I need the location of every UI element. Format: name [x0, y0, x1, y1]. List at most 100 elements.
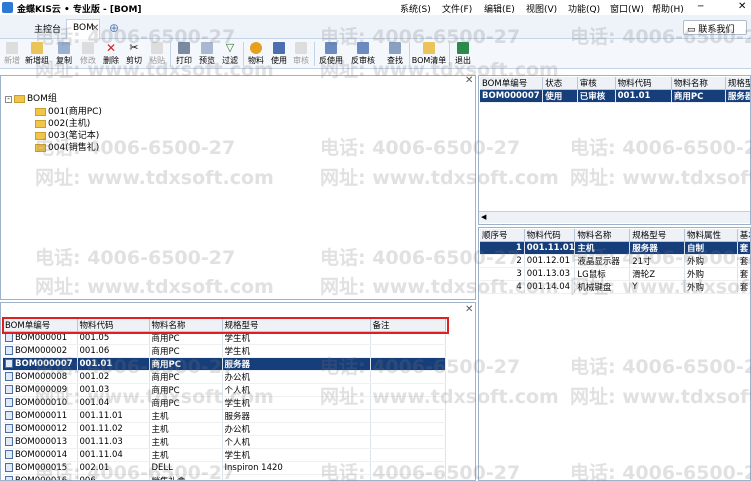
column-header[interactable]: 状态 [542, 77, 578, 90]
use-icon [273, 42, 285, 54]
toolbar-paste-button[interactable]: 粘贴 [146, 40, 168, 68]
tree-pane-close-icon[interactable]: ✕ [465, 75, 473, 86]
table-row[interactable]: BOM000007 001.01 商用PC 服务器 [3, 357, 446, 371]
table-row[interactable]: BOM000009 001.03 商用PC 个人机 [3, 383, 446, 397]
toolbar-unapprove-button[interactable]: 反审核 [348, 40, 378, 68]
table-cell: BOM000007 [480, 89, 544, 103]
toolbar-new-label: 新增 [4, 56, 20, 65]
bom-header-pane: BOM单编号状态审核物料代码物料名称规格型号 BOM000007使用已审核001… [478, 75, 751, 225]
tab-close-icon[interactable]: ✕ [91, 23, 99, 34]
cell-text: 学生机 [224, 347, 251, 357]
menu-function[interactable]: 功能(Q) [568, 2, 600, 15]
cell-text: 商用PC [151, 334, 180, 344]
table-row[interactable]: BOM000008 001.02 商用PC 办公机 [3, 370, 446, 384]
tree-node-004[interactable]: 004(销售礼) [35, 140, 99, 153]
table-cell: 001.11.03 [77, 435, 150, 449]
table-row[interactable]: BOM000015 002.01 DELL Inspiron 1420 [3, 461, 446, 475]
table-cell [370, 344, 446, 358]
list-pane-close-icon[interactable]: ✕ [465, 304, 473, 315]
contact-us-button[interactable]: ▭ 联系我们 [683, 20, 747, 35]
table-cell: 001.04 [77, 396, 150, 410]
toolbar-new-button[interactable]: 新增 [1, 40, 23, 68]
toolbar-unapprove-label: 反审核 [351, 56, 375, 65]
table-row[interactable]: 3 001.13.03 LG鼠标 滑轮Z 外购套 [480, 267, 750, 281]
column-header[interactable]: 物料属性 [684, 229, 738, 242]
menu-system[interactable]: 系统(S) [400, 2, 431, 15]
table-row[interactable]: BOM000011 001.11.01 主机 服务器 [3, 409, 446, 423]
menu-window[interactable]: 窗口(W) [610, 2, 644, 15]
scroll-left-icon[interactable]: ◀ [481, 213, 486, 221]
menu-view[interactable]: 视图(V) [526, 2, 557, 15]
table-row[interactable]: BOM000012 001.11.02 主机 办公机 [3, 422, 446, 436]
table-cell: 001.13.03 [524, 267, 576, 281]
column-header[interactable]: 物料名称 [574, 229, 631, 242]
column-header[interactable]: 物料代码 [615, 77, 672, 90]
table-cell: BOM000002 [3, 344, 78, 358]
table-row[interactable]: BOM000016 006 销售礼盒 [3, 474, 446, 481]
column-header[interactable]: BOM单编号 [480, 77, 544, 90]
table-row[interactable]: BOM000013 001.11.03 主机 个人机 [3, 435, 446, 449]
cell-text: 商用PC [151, 360, 181, 370]
bom-list-icon [423, 42, 435, 54]
table-cell: 使用 [542, 89, 578, 103]
table-cell: BOM000012 [3, 422, 78, 436]
preview-icon [201, 42, 213, 54]
cell-text: BOM000012 [15, 424, 68, 434]
menu-file[interactable]: 文件(F) [442, 2, 472, 15]
tree-root[interactable]: - BOM组 [5, 91, 57, 104]
column-header[interactable]: 物料名称 [671, 77, 726, 90]
menu-edit[interactable]: 编辑(E) [484, 2, 515, 15]
table-cell: 3 [480, 267, 525, 281]
column-header[interactable]: 顺序号 [480, 229, 525, 242]
table-cell [370, 383, 446, 397]
toolbar-print-button[interactable]: 打印 [173, 40, 195, 68]
add-tab-icon[interactable]: ⊕ [109, 21, 119, 35]
minimize-icon[interactable]: ─ [698, 2, 703, 12]
table-cell: 006 [77, 474, 150, 480]
column-header[interactable]: 规格型号 [725, 77, 750, 90]
close-window-icon[interactable]: ✕ [738, 1, 746, 12]
exit-icon [457, 42, 469, 54]
toolbar-new-group-button[interactable]: 新增组 [24, 40, 50, 68]
table-row[interactable]: BOM000007 使用 已审核 001.01 商用PC 服务器 [480, 89, 750, 103]
toolbar-delete-button[interactable]: ✕ 删除 [100, 40, 122, 68]
table-cell: 商用PC [671, 89, 726, 103]
folder-icon [35, 119, 46, 128]
table-row[interactable]: 4 001.14.04 机械键盘 Y 外购套 [480, 280, 750, 294]
toolbar-approve-label: 审核 [293, 56, 309, 65]
table-row[interactable]: BOM000014 001.11.04 主机 学生机 [3, 448, 446, 462]
column-header[interactable]: 基本 [737, 229, 750, 242]
toolbar-copy-button[interactable]: 复制 [53, 40, 75, 68]
tree-node-label: 004(销售礼) [48, 143, 100, 153]
table-cell: 001.11.02 [77, 422, 150, 436]
toolbar-preview-button[interactable]: 预览 [196, 40, 218, 68]
column-header[interactable]: 规格型号 [629, 229, 686, 242]
toolbar-approve-button[interactable]: 审核 [290, 40, 312, 68]
table-cell: 001.11.01 [524, 241, 576, 255]
toolbar-bom-list-button[interactable]: BOM清单 [411, 40, 447, 68]
table-cell: 学生机 [222, 396, 371, 410]
tab-main-console[interactable]: 主控台 [28, 19, 67, 39]
toolbar-cut-button[interactable]: ✂ 剪切 [123, 40, 145, 68]
column-header[interactable]: 审核 [577, 77, 616, 90]
cell-text: BOM000016 [15, 475, 68, 481]
toolbar-exit-button[interactable]: 退出 [452, 40, 474, 68]
toolbar-use-button[interactable]: 使用 [268, 40, 290, 68]
toolbar-separator [449, 42, 450, 66]
toolbar-material-button[interactable]: 物料 [245, 40, 267, 68]
horizontal-scrollbar[interactable]: ◀ [479, 211, 750, 223]
table-row[interactable]: BOM000010 001.04 商用PC 学生机 [3, 396, 446, 410]
folder-icon [14, 94, 25, 103]
table-row[interactable]: BOM000002 001.06 商用PC 学生机 [3, 344, 446, 358]
toolbar-filter-button[interactable]: ▽ 过滤 [219, 40, 241, 68]
toolbar-find-button[interactable]: 查找 [384, 40, 406, 68]
column-header[interactable]: 物料代码 [524, 229, 576, 242]
collapse-icon[interactable]: - [5, 96, 12, 103]
toolbar-unuse-button[interactable]: 反使用 [316, 40, 346, 68]
table-cell [370, 474, 446, 480]
table-row[interactable]: 1 001.11.01 主机 服务器 自制套 [480, 241, 750, 255]
table-cell [222, 474, 371, 480]
toolbar-edit-button[interactable]: 修改 [77, 40, 99, 68]
table-row[interactable]: 2 001.12.01 液晶显示器 21寸 外购套 [480, 254, 750, 268]
menu-help[interactable]: 帮助(H) [652, 2, 684, 15]
